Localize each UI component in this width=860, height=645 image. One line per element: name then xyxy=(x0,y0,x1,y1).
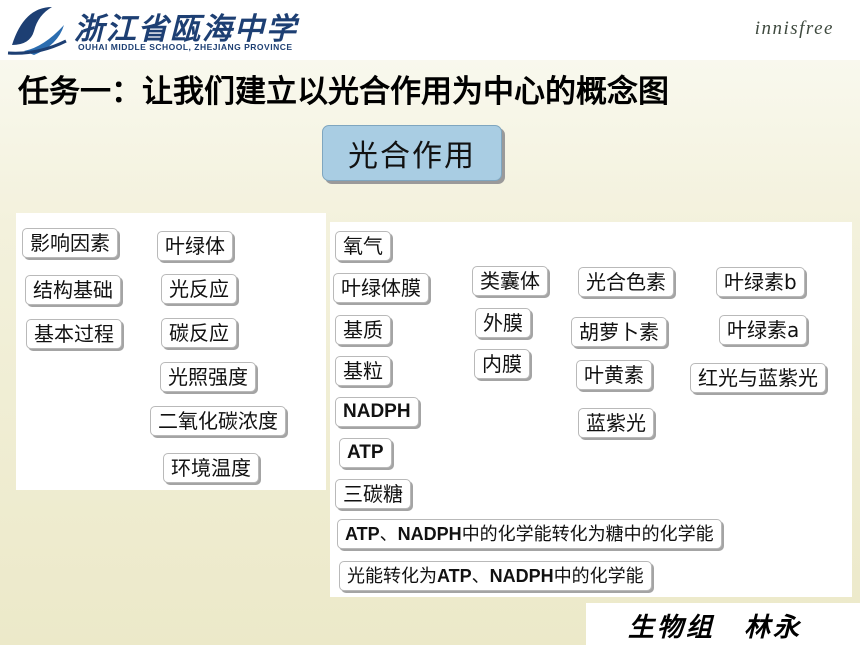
term-carotene: 胡萝卜素 xyxy=(571,317,667,347)
slide-title: 任务一：让我们建立以光合作用为中心的概念图 xyxy=(18,74,669,110)
term-chlorophyll-a: 叶绿素a xyxy=(719,315,808,345)
left-terms-panel: 影响因素 叶绿体 结构基础 光反应 基本过程 碳反应 光照强度 二氧化碳浓度 环… xyxy=(16,213,326,490)
term-structural-basis: 结构基础 xyxy=(25,275,121,305)
term-co2-concentration: 二氧化碳浓度 xyxy=(150,406,286,436)
term-nadph: NADPH xyxy=(335,397,419,427)
term-blue-violet-light: 蓝紫光 xyxy=(578,408,654,438)
term-environment-temperature: 环境温度 xyxy=(163,453,259,483)
term-xanthophyll: 叶黄素 xyxy=(576,360,652,390)
term-carbon-reaction: 碳反应 xyxy=(161,318,237,348)
term-chloroplast-membrane: 叶绿体膜 xyxy=(333,273,429,303)
term-inner-membrane: 内膜 xyxy=(474,349,530,379)
term-basic-process: 基本过程 xyxy=(26,319,122,349)
term-oxygen: 氧气 xyxy=(335,231,391,261)
brand-logo: innisfree xyxy=(754,18,834,39)
term-light-reaction: 光反应 xyxy=(161,274,237,304)
term-red-and-blue-violet-light: 红光与蓝紫光 xyxy=(690,363,826,393)
author-signature: 生物组 林永 xyxy=(628,613,803,643)
term-chloroplast: 叶绿体 xyxy=(157,231,233,261)
term-triose: 三碳糖 xyxy=(335,479,411,509)
term-photosynthetic-pigments: 光合色素 xyxy=(578,267,674,297)
term-influence-factors: 影响因素 xyxy=(22,228,118,258)
term-atp: ATP xyxy=(339,438,392,468)
term-thylakoid: 类囊体 xyxy=(472,266,548,296)
school-logo: 浙江省瓯海中学 OUHAI MIDDLE SCHOOL, ZHEJIANG PR… xyxy=(0,0,308,58)
center-concept-box: 光合作用 xyxy=(322,125,502,181)
term-chlorophyll-b: 叶绿素b xyxy=(716,267,805,297)
term-light-intensity: 光照强度 xyxy=(160,362,256,392)
school-emblem-icon xyxy=(7,7,67,55)
term-grana: 基粒 xyxy=(335,356,391,386)
statement-atp-to-sugar: ATP、NADPH中的化学能转化为糖中的化学能 xyxy=(337,519,722,549)
statement-light-to-atp: 光能转化为ATP、NADPH中的化学能 xyxy=(339,561,652,591)
right-terms-panel: 氧气 叶绿体膜 基质 基粒 NADPH ATP 三碳糖 类囊体 外膜 内膜 光合… xyxy=(330,222,852,597)
school-name-en: OUHAI MIDDLE SCHOOL, ZHEJIANG PROVINCE xyxy=(78,42,293,52)
term-outer-membrane: 外膜 xyxy=(475,308,531,338)
term-stroma: 基质 xyxy=(335,315,391,345)
